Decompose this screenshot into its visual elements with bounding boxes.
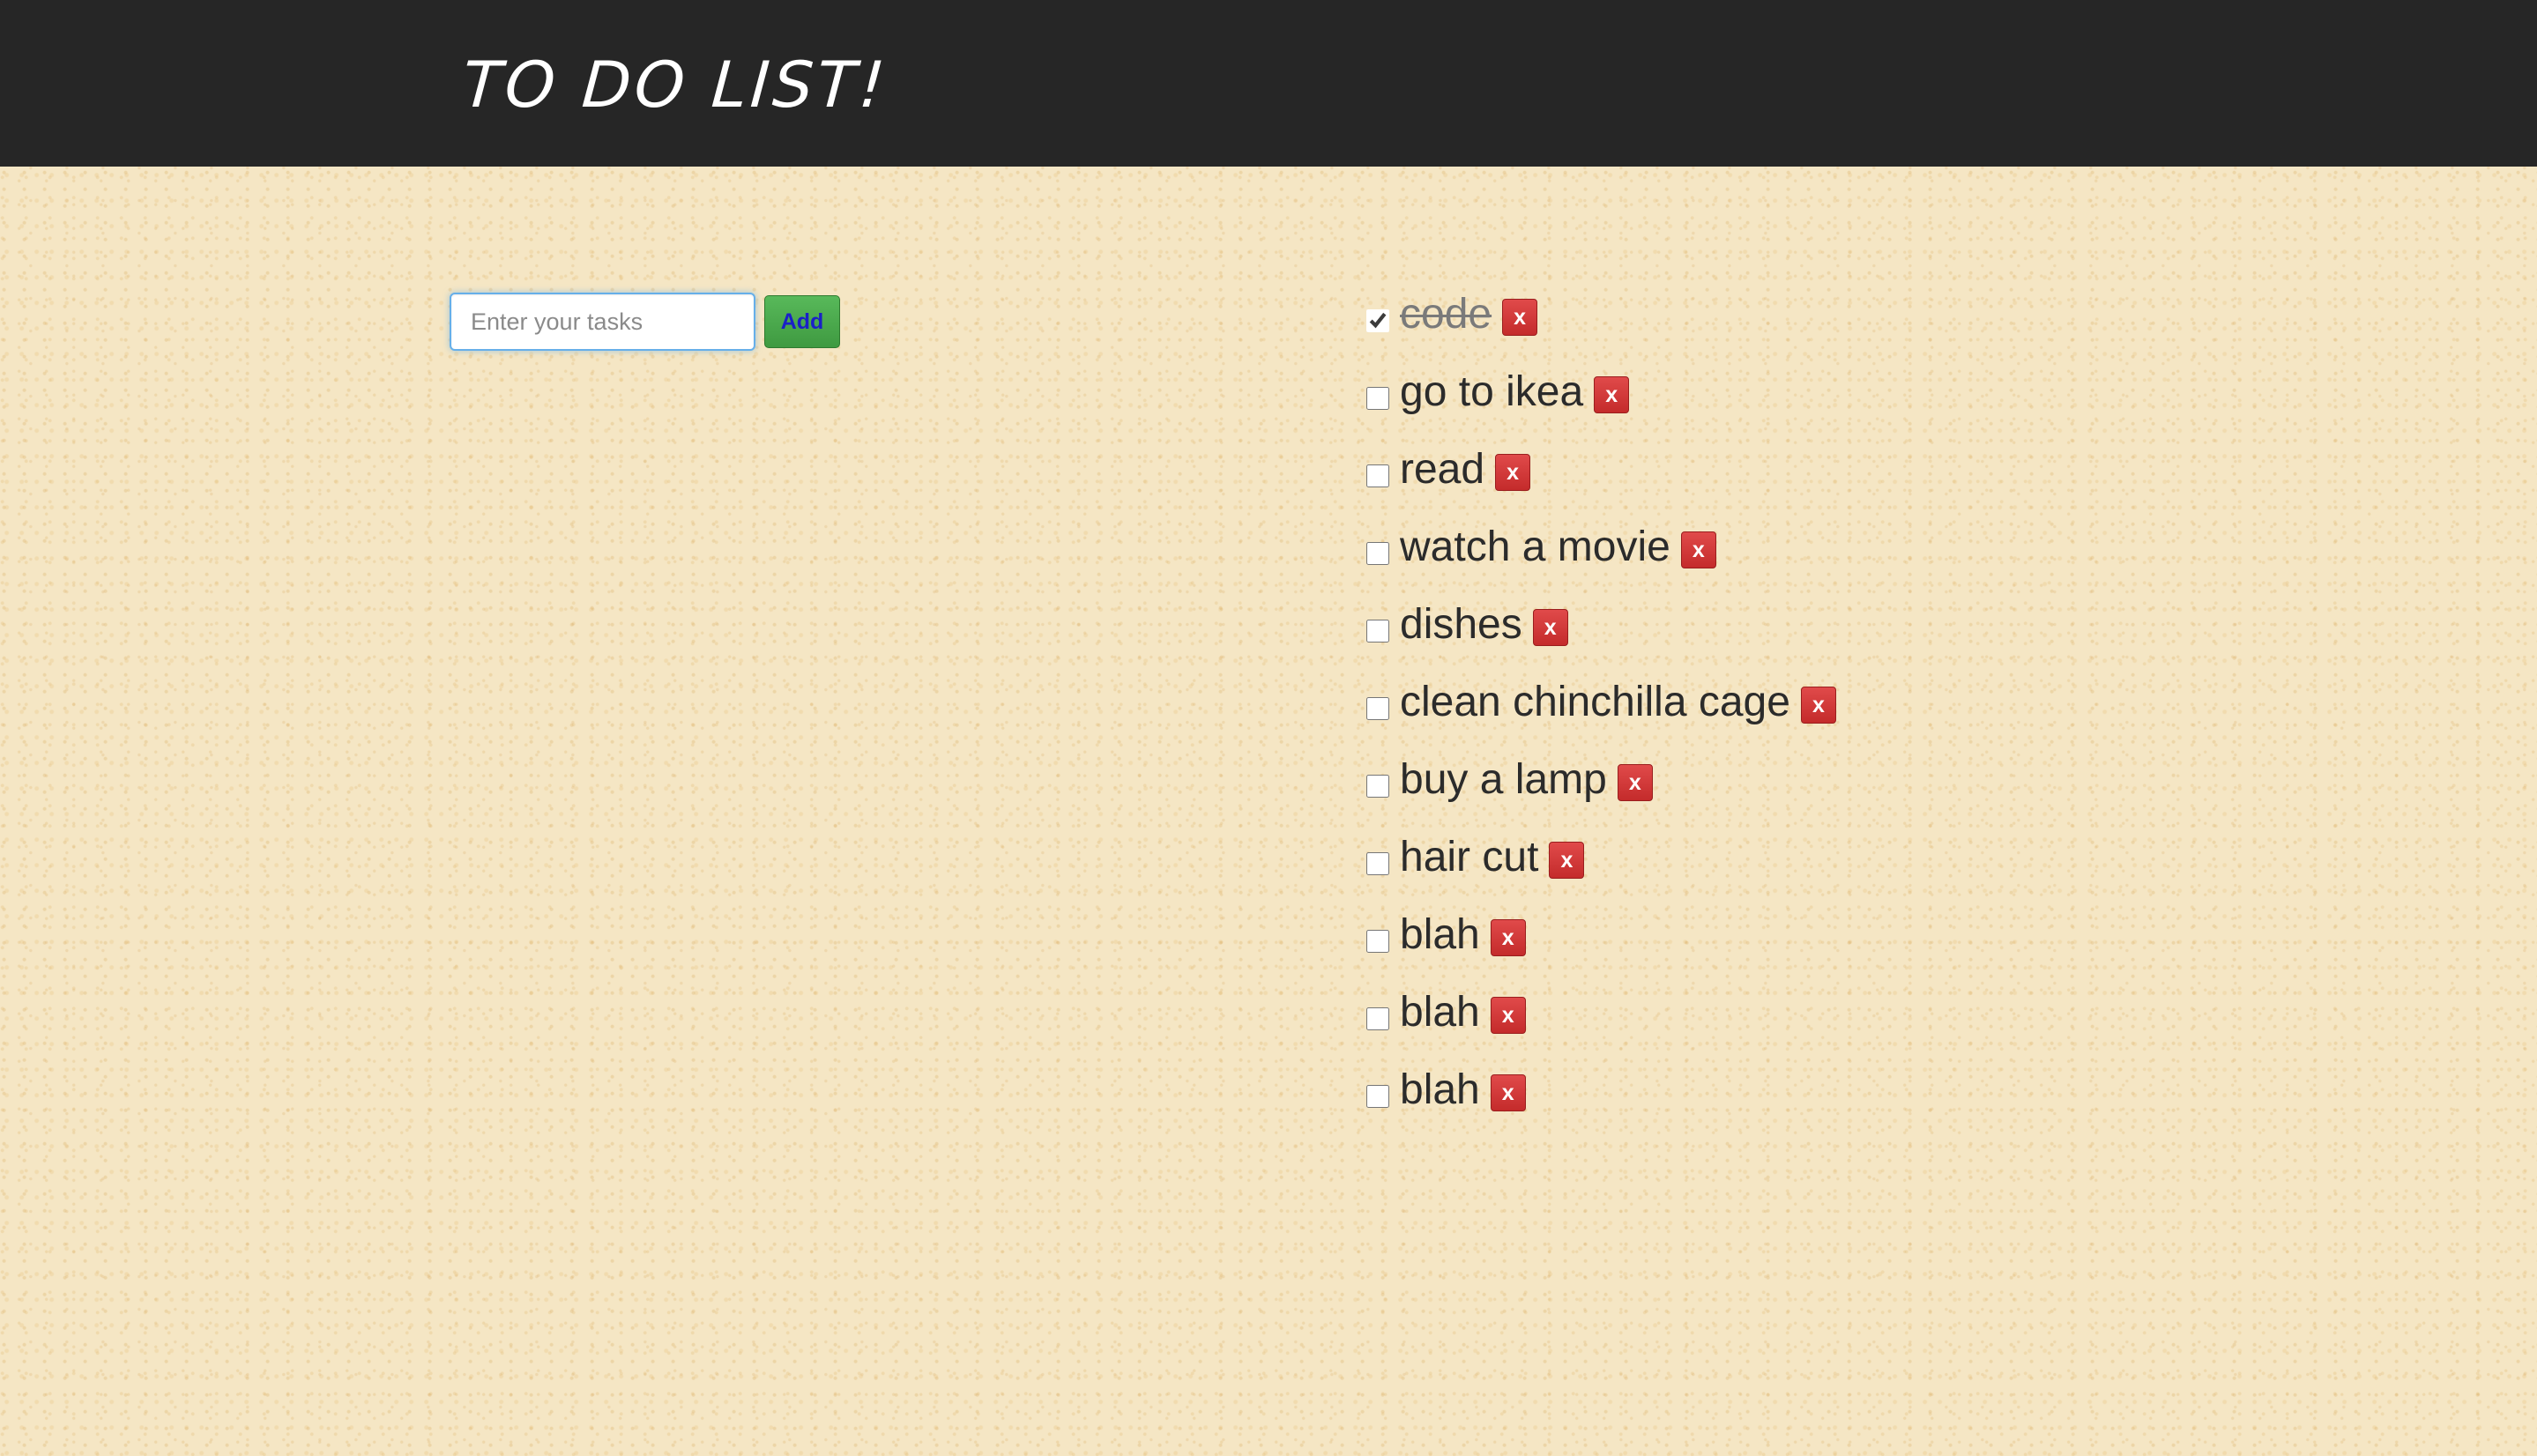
task-checkbox[interactable]: [1366, 1007, 1389, 1030]
delete-task-button[interactable]: x: [1502, 299, 1538, 336]
task-item: blah x: [1366, 1051, 1836, 1129]
task-checkbox[interactable]: [1366, 387, 1389, 410]
header-bar: TO DO LIST!: [0, 0, 2537, 167]
task-checkbox[interactable]: [1366, 697, 1389, 720]
delete-task-button[interactable]: x: [1680, 531, 1716, 568]
task-checkbox[interactable]: [1366, 775, 1389, 798]
task-label: go to ikea: [1400, 368, 1584, 415]
task-entry-form: Add: [450, 293, 840, 351]
task-label: watch a movie: [1400, 524, 1670, 570]
task-checkbox[interactable]: [1366, 542, 1389, 565]
delete-task-button[interactable]: x: [1800, 687, 1836, 724]
task-label: code: [1400, 291, 1492, 338]
task-item: blah x: [1366, 974, 1836, 1051]
delete-task-button[interactable]: x: [1594, 376, 1630, 413]
task-label: buy a lamp: [1400, 756, 1607, 803]
task-checkbox[interactable]: [1366, 620, 1389, 643]
task-item: dishes x: [1366, 586, 1836, 664]
task-input[interactable]: [450, 293, 755, 351]
task-label: clean chinchilla cage: [1400, 679, 1790, 725]
delete-task-button[interactable]: x: [1549, 842, 1585, 879]
delete-task-button[interactable]: x: [1490, 1074, 1526, 1111]
task-item: read x: [1366, 431, 1836, 509]
add-button[interactable]: Add: [764, 295, 840, 348]
task-item: blah x: [1366, 896, 1836, 974]
task-label: blah: [1400, 911, 1480, 958]
task-item: clean chinchilla cage x: [1366, 664, 1836, 741]
task-label: blah: [1400, 1066, 1480, 1113]
delete-task-button[interactable]: x: [1495, 454, 1531, 491]
task-list: code x go to ikea x read x watch a movie…: [1366, 276, 1836, 1129]
task-checkbox[interactable]: [1366, 464, 1389, 487]
task-label: dishes: [1400, 601, 1522, 648]
task-item: buy a lamp x: [1366, 741, 1836, 819]
task-item: watch a movie x: [1366, 509, 1836, 586]
task-label: blah: [1400, 989, 1480, 1036]
delete-task-button[interactable]: x: [1532, 609, 1568, 646]
task-checkbox[interactable]: [1366, 309, 1389, 332]
delete-task-button[interactable]: x: [1490, 997, 1526, 1034]
task-item: code x: [1366, 276, 1836, 353]
task-label: read: [1400, 446, 1485, 493]
delete-task-button[interactable]: x: [1617, 764, 1653, 801]
delete-task-button[interactable]: x: [1490, 919, 1526, 956]
task-checkbox[interactable]: [1366, 852, 1389, 875]
task-item: go to ikea x: [1366, 353, 1836, 431]
task-checkbox[interactable]: [1366, 930, 1389, 953]
task-checkbox[interactable]: [1366, 1085, 1389, 1108]
task-label: hair cut: [1400, 834, 1539, 880]
page-title: TO DO LIST!: [460, 48, 891, 122]
task-item: hair cut x: [1366, 819, 1836, 896]
